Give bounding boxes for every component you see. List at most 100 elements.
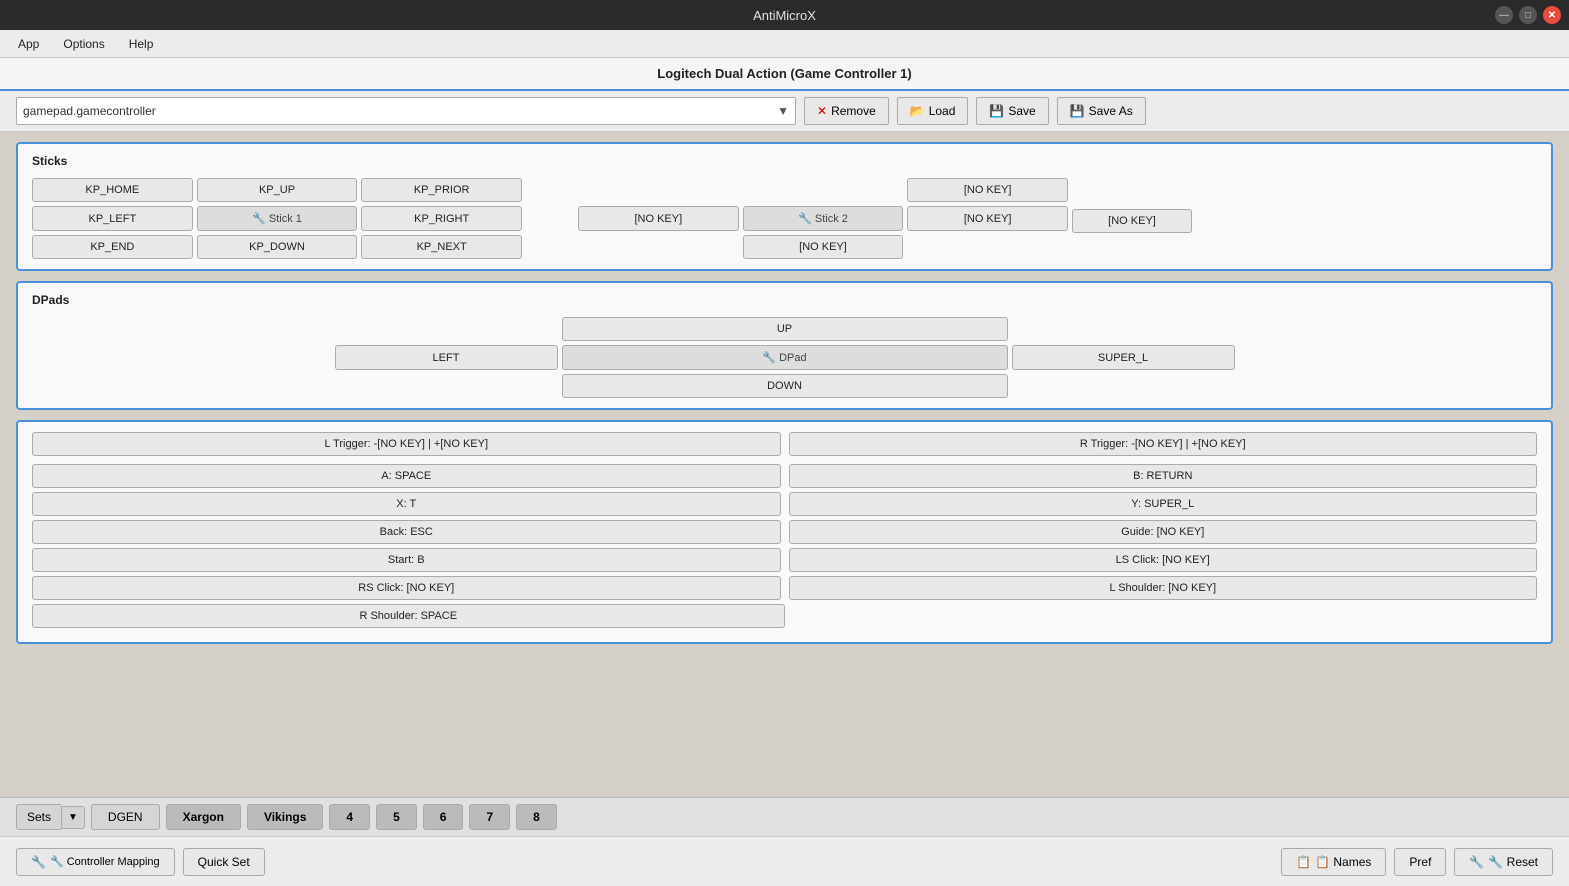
l-trigger-button[interactable]: L Trigger: -[NO KEY] | +[NO KEY] xyxy=(32,432,781,456)
load-button[interactable]: 📂 Load xyxy=(897,97,969,125)
r-shoulder-row: R Shoulder: SPACE xyxy=(32,604,1537,628)
stick2-area: [NO KEY] [NO KEY] 🔧 Stick 2 [NO KEY] [NO… xyxy=(578,178,1192,259)
dpads-title: DPads xyxy=(32,293,1537,307)
save-button[interactable]: 💾 Save xyxy=(976,97,1048,125)
pref-button[interactable]: Pref xyxy=(1394,848,1446,876)
menubar: App Options Help xyxy=(0,30,1569,58)
dpad-spacer-br xyxy=(1012,374,1235,398)
stick1-mid-right[interactable]: KP_RIGHT xyxy=(361,206,522,231)
sticks-title: Sticks xyxy=(32,154,1537,168)
stick2-mid-right[interactable]: [NO KEY] xyxy=(907,206,1068,231)
sets-button[interactable]: Sets xyxy=(16,804,61,830)
save-as-icon: 💾 xyxy=(1070,104,1085,118)
stick1-bot-right[interactable]: KP_NEXT xyxy=(361,235,522,259)
stick1-top-right[interactable]: KP_PRIOR xyxy=(361,178,522,202)
stick2-mid-left[interactable]: [NO KEY] xyxy=(578,206,739,231)
triggers-row: L Trigger: -[NO KEY] | +[NO KEY] R Trigg… xyxy=(32,432,1537,460)
sets-dropdown-arrow[interactable]: ▼ xyxy=(61,806,85,829)
rs-click-button[interactable]: RS Click: [NO KEY] xyxy=(32,576,781,600)
l-shoulder-button[interactable]: L Shoulder: [NO KEY] xyxy=(789,576,1538,600)
wrench-icon: 🔧 xyxy=(31,855,46,869)
app-title: AntiMicroX xyxy=(753,8,816,23)
back-button[interactable]: Back: ESC xyxy=(32,520,781,544)
quick-set-button[interactable]: Quick Set xyxy=(183,848,265,876)
names-button[interactable]: 📋 📋 Names xyxy=(1281,848,1386,876)
maximize-button[interactable]: □ xyxy=(1519,6,1537,24)
xy-row: X: T Y: SUPER_L xyxy=(32,492,1537,516)
stick2-far-right: [NO KEY] xyxy=(1072,178,1192,233)
dpad-right-button[interactable]: SUPER_L xyxy=(1012,345,1235,370)
ls-click-button[interactable]: LS Click: [NO KEY] xyxy=(789,548,1538,572)
dpad-center-button[interactable]: 🔧 DPad xyxy=(562,345,1008,370)
a-button[interactable]: A: SPACE xyxy=(32,464,781,488)
close-button[interactable]: ✕ xyxy=(1543,6,1561,24)
start-button[interactable]: Start: B xyxy=(32,548,781,572)
stick2-top-right[interactable]: [NO KEY] xyxy=(907,178,1068,202)
controller-name: Logitech Dual Action (Game Controller 1) xyxy=(657,66,911,81)
sticks-area: KP_HOME KP_UP KP_PRIOR KP_LEFT 🔧 Stick 1… xyxy=(32,178,1537,259)
ab-row: A: SPACE B: RETURN xyxy=(32,464,1537,488)
stick1-top-left[interactable]: KP_HOME xyxy=(32,178,193,202)
save-icon: 💾 xyxy=(989,104,1004,118)
menu-app[interactable]: App xyxy=(8,34,49,54)
y-button[interactable]: Y: SUPER_L xyxy=(789,492,1538,516)
profile-bar: gamepad.gamecontroller ▼ ✕ Remove 📂 Load… xyxy=(0,91,1569,132)
menu-help[interactable]: Help xyxy=(119,34,164,54)
rs-lshoulder-row: RS Click: [NO KEY] L Shoulder: [NO KEY] xyxy=(32,576,1537,600)
status-left: 🔧 🔧 Controller Mapping Quick Set xyxy=(16,848,265,876)
buttons-section: L Trigger: -[NO KEY] | +[NO KEY] R Trigg… xyxy=(16,420,1553,644)
stick2-far-right-btn[interactable]: [NO KEY] xyxy=(1072,209,1192,233)
dpad-spacer-tl xyxy=(335,317,558,341)
r-trigger-button[interactable]: R Trigger: -[NO KEY] | +[NO KEY] xyxy=(789,432,1538,456)
reset-button[interactable]: 🔧 🔧 Reset xyxy=(1454,848,1553,876)
controller-header: Logitech Dual Action (Game Controller 1) xyxy=(0,58,1569,91)
tab-vikings[interactable]: Vikings xyxy=(247,804,323,830)
b-button[interactable]: B: RETURN xyxy=(789,464,1538,488)
back-guide-row: Back: ESC Guide: [NO KEY] xyxy=(32,520,1537,544)
save-as-button[interactable]: 💾 Save As xyxy=(1057,97,1146,125)
stick2-center[interactable]: 🔧 Stick 2 xyxy=(743,206,904,231)
stick1-top-mid[interactable]: KP_UP xyxy=(197,178,358,202)
stick2-bot-mid[interactable]: [NO KEY] xyxy=(743,235,904,259)
stick1-mid-left[interactable]: KP_LEFT xyxy=(32,206,193,231)
main-content: Sticks KP_HOME KP_UP KP_PRIOR KP_LEFT 🔧 … xyxy=(0,132,1569,806)
r-shoulder-button[interactable]: R Shoulder: SPACE xyxy=(32,604,785,628)
start-ls-row: Start: B LS Click: [NO KEY] xyxy=(32,548,1537,572)
titlebar-controls: — □ ✕ xyxy=(1495,6,1561,24)
controller-mapping-button[interactable]: 🔧 🔧 Controller Mapping xyxy=(16,848,175,876)
status-right: 📋 📋 Names Pref 🔧 🔧 Reset xyxy=(1281,848,1553,876)
tab-xargon[interactable]: Xargon xyxy=(166,804,241,830)
profile-value: gamepad.gamecontroller xyxy=(23,104,777,118)
load-icon: 📂 xyxy=(910,104,925,118)
minimize-button[interactable]: — xyxy=(1495,6,1513,24)
bottom-tabs-bar: Sets ▼ DGEN Xargon Vikings 4 5 6 7 8 xyxy=(0,797,1569,836)
dropdown-arrow-icon[interactable]: ▼ xyxy=(777,104,789,118)
profile-select-wrapper[interactable]: gamepad.gamecontroller ▼ xyxy=(16,97,796,125)
x-button[interactable]: X: T xyxy=(32,492,781,516)
stick1-block: KP_HOME KP_UP KP_PRIOR KP_LEFT 🔧 Stick 1… xyxy=(32,178,522,259)
stick1-bot-left[interactable]: KP_END xyxy=(32,235,193,259)
stick1-bot-mid[interactable]: KP_DOWN xyxy=(197,235,358,259)
remove-button[interactable]: ✕ Remove xyxy=(804,97,889,125)
tab-7[interactable]: 7 xyxy=(469,804,510,830)
guide-button[interactable]: Guide: [NO KEY] xyxy=(789,520,1538,544)
dpad-grid: UP LEFT 🔧 DPad SUPER_L DOWN xyxy=(335,317,1235,398)
remove-icon: ✕ xyxy=(817,104,827,118)
menu-options[interactable]: Options xyxy=(53,34,114,54)
sets-wrapper: Sets ▼ xyxy=(16,804,85,830)
dpads-section: DPads UP LEFT 🔧 DPad SUPER_L DOWN xyxy=(16,281,1553,410)
titlebar: AntiMicroX — □ ✕ xyxy=(0,0,1569,30)
tab-6[interactable]: 6 xyxy=(423,804,464,830)
names-icon: 📋 xyxy=(1296,855,1311,869)
dpad-spacer-tr xyxy=(1012,317,1235,341)
tab-4[interactable]: 4 xyxy=(329,804,370,830)
dpad-spacer-bl xyxy=(335,374,558,398)
tab-5[interactable]: 5 xyxy=(376,804,417,830)
sticks-section: Sticks KP_HOME KP_UP KP_PRIOR KP_LEFT 🔧 … xyxy=(16,142,1553,271)
dpad-down-button[interactable]: DOWN xyxy=(562,374,1008,398)
stick1-center[interactable]: 🔧 Stick 1 xyxy=(197,206,358,231)
tab-dgen[interactable]: DGEN xyxy=(91,804,160,830)
tab-8[interactable]: 8 xyxy=(516,804,557,830)
dpad-up-button[interactable]: UP xyxy=(562,317,1008,341)
dpad-left-button[interactable]: LEFT xyxy=(335,345,558,370)
